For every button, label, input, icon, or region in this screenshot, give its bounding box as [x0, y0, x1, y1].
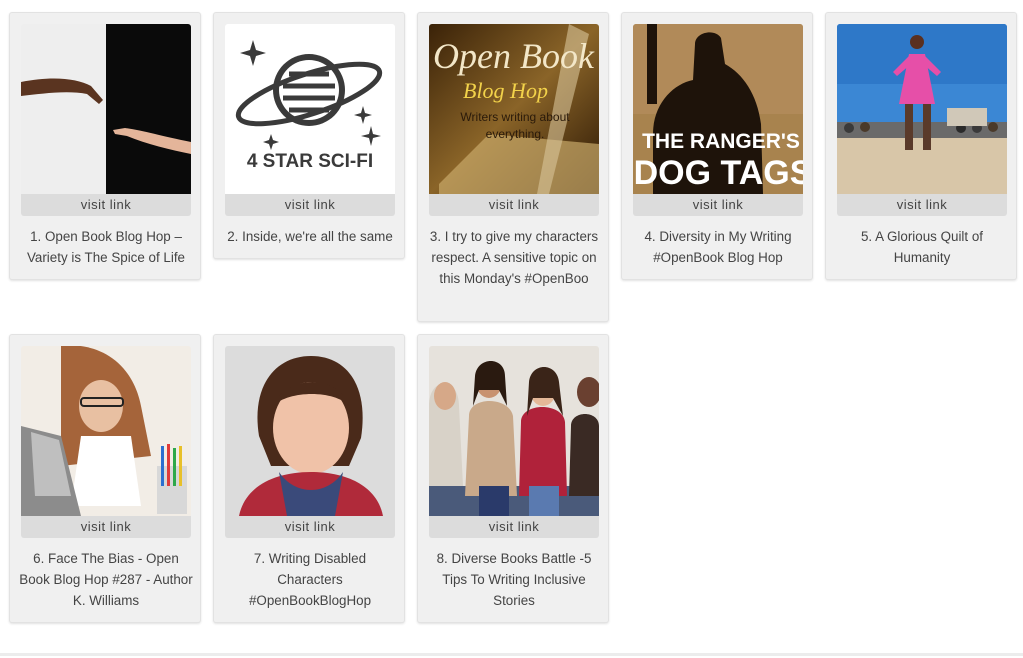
visit-link-5[interactable]: visit link [837, 194, 1007, 216]
entry-thumbnail-6[interactable] [21, 346, 191, 516]
entry-thumbnail-1[interactable] [21, 24, 191, 194]
diverse-friends-laughing-image [429, 346, 599, 516]
entry-title-7[interactable]: 7. Writing Disabled Characters #OpenBook… [222, 548, 398, 611]
visit-link-7[interactable]: visit link [225, 516, 395, 538]
frustrated-woman-laptop-image [21, 346, 191, 516]
blog-hop-link-grid: visit link 1. Open Book Blog Hop – Varie… [0, 0, 1023, 658]
visit-link-3[interactable]: visit link [429, 194, 599, 216]
open-book-image-text: Open Book [433, 36, 595, 76]
visit-link-4[interactable]: visit link [633, 194, 803, 216]
entry-card-3[interactable]: Open Book Blog Hop Writers writing about… [417, 12, 609, 322]
visit-link-2[interactable]: visit link [225, 194, 395, 216]
entry-title-2[interactable]: 2. Inside, we're all the same [222, 226, 398, 247]
entry-thumbnail-3[interactable]: Open Book Blog Hop Writers writing about… [429, 24, 599, 194]
sci-fi-logo-text: 4 STAR SCI-FI [247, 151, 373, 172]
entry-card-8[interactable]: visit link 8. Diverse Books Battle -5 Ti… [417, 334, 609, 623]
entry-card-6[interactable]: visit link 6. Face The Bias - Open Book … [9, 334, 201, 623]
blog-hop-image-text: Blog Hop [463, 78, 548, 103]
entry-card-2[interactable]: 4 STAR SCI-FI visit link 2. Inside, we'r… [213, 12, 405, 259]
visit-link-6[interactable]: visit link [21, 516, 191, 538]
entry-thumbnail-2[interactable]: 4 STAR SCI-FI [225, 24, 395, 194]
rangers-image-text: THE RANGER'S [642, 130, 800, 153]
sci-fi-planet-logo-image: 4 STAR SCI-FI [225, 24, 395, 194]
entry-card-1[interactable]: visit link 1. Open Book Blog Hop – Varie… [9, 12, 201, 280]
entry-title-8[interactable]: 8. Diverse Books Battle -5 Tips To Writi… [426, 548, 602, 611]
open-book-blog-hop-image: Open Book Blog Hop Writers writing about… [429, 24, 599, 194]
entry-thumbnail-7[interactable] [225, 346, 395, 516]
entry-thumbnail-4[interactable]: THE RANGER'S DOG TAGS [633, 24, 803, 194]
entry-thumbnail-8[interactable] [429, 346, 599, 516]
entry-title-1[interactable]: 1. Open Book Blog Hop – Variety is The S… [18, 226, 194, 268]
visit-link-1[interactable]: visit link [21, 194, 191, 216]
entry-thumbnail-5[interactable] [837, 24, 1007, 194]
entry-card-7[interactable]: visit link 7. Writing Disabled Character… [213, 334, 405, 623]
child-in-pink-dress-image [837, 24, 1007, 194]
entry-title-6[interactable]: 6. Face The Bias - Open Book Blog Hop #2… [18, 548, 194, 611]
reaching-hands-image [21, 24, 191, 194]
visit-link-8[interactable]: visit link [429, 516, 599, 538]
entry-card-5[interactable]: visit link 5. A Glorious Quilt of Humani… [825, 12, 1017, 280]
dog-tags-image-text: DOG TAGS [634, 154, 803, 192]
entry-title-4[interactable]: 4. Diversity in My Writing #OpenBook Blo… [630, 226, 806, 268]
rangers-dog-tags-image: THE RANGER'S DOG TAGS [633, 24, 803, 194]
author-portrait-image [225, 346, 395, 516]
entry-title-3[interactable]: 3. I try to give my characters respect. … [426, 226, 602, 289]
entry-title-5[interactable]: 5. A Glorious Quilt of Humanity [834, 226, 1010, 268]
entry-card-4[interactable]: THE RANGER'S DOG TAGS visit link 4. Dive… [621, 12, 813, 280]
bottom-divider [0, 653, 1023, 656]
tagline-image-text-1: Writers writing about [460, 110, 570, 124]
tagline-image-text-2: everything. [486, 127, 545, 141]
